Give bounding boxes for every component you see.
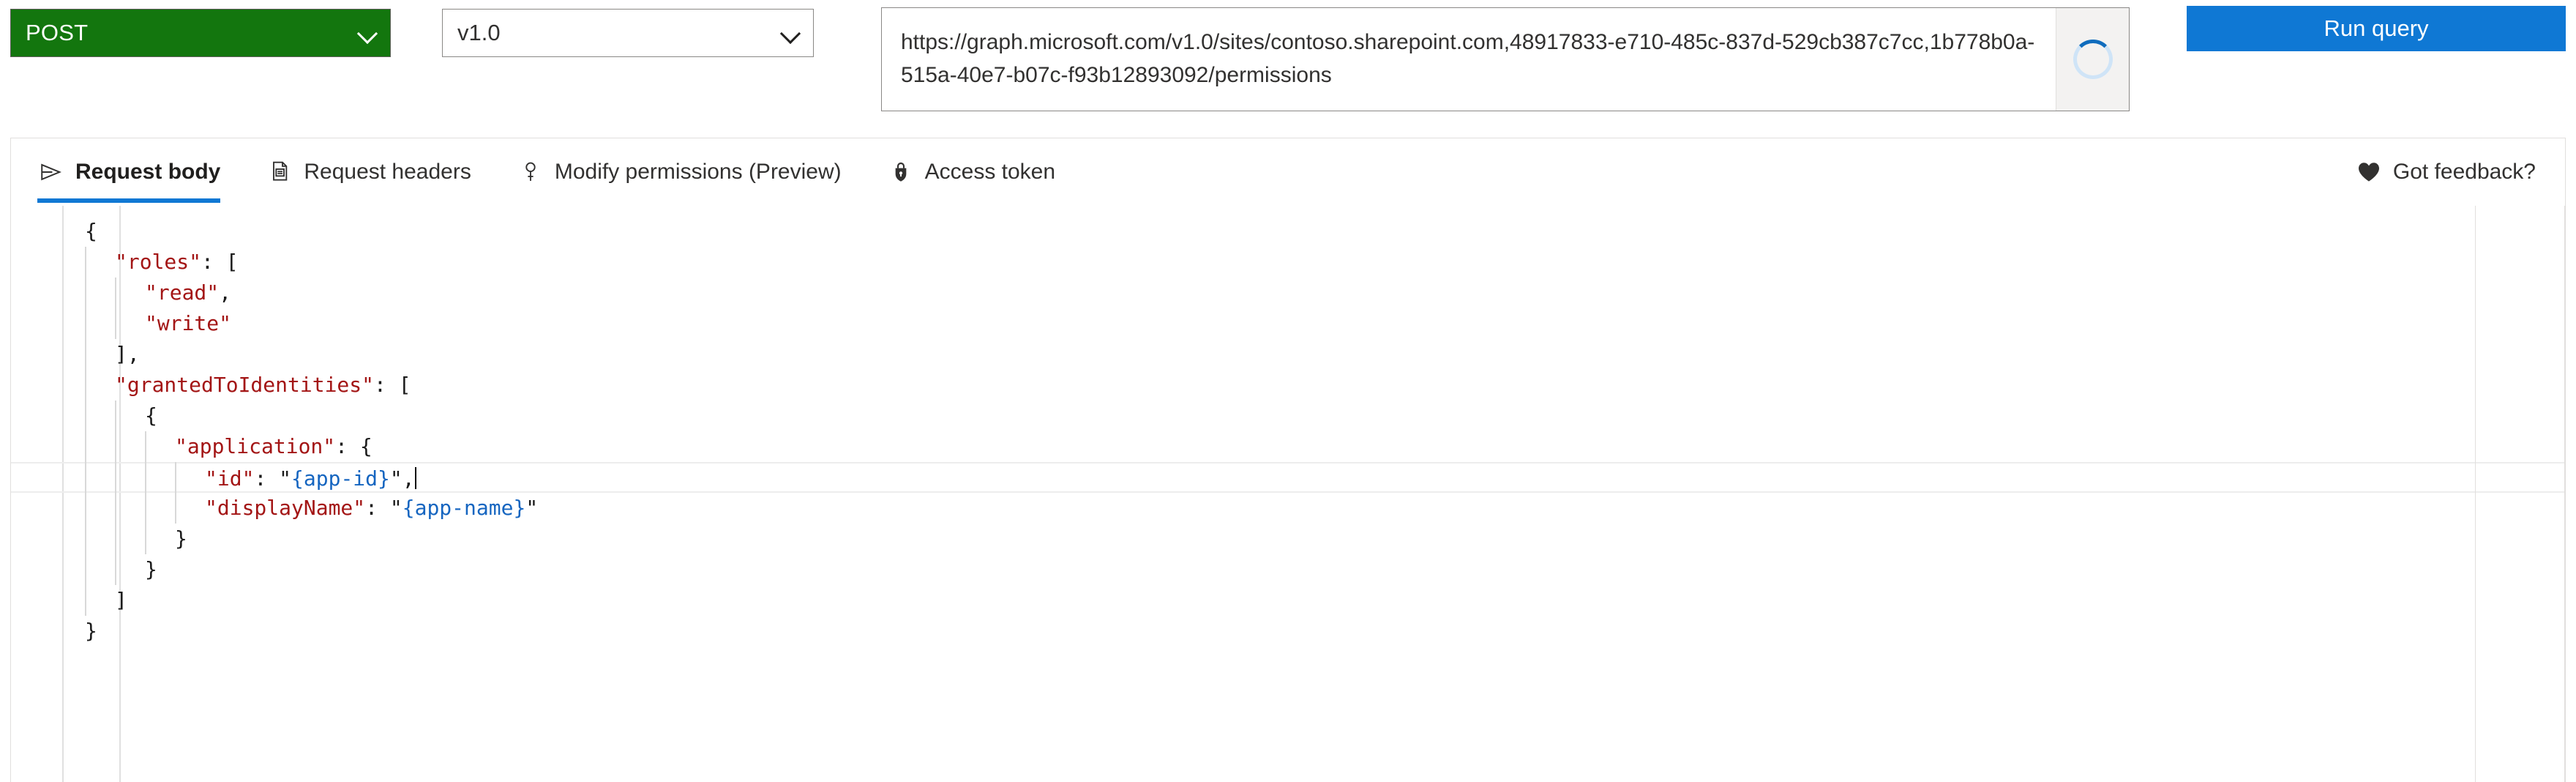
key-icon: [517, 158, 544, 186]
chevron-down-icon: [778, 21, 803, 45]
code-token: {app-name}: [402, 496, 526, 520]
feedback-label: Got feedback?: [2392, 160, 2536, 184]
code-line[interactable]: }: [11, 524, 2565, 554]
code-line[interactable]: "application": {: [11, 431, 2565, 462]
tab-access-token[interactable]: Access token: [887, 138, 1055, 206]
code-token: ": [389, 496, 402, 520]
code-line[interactable]: "write": [11, 308, 2565, 339]
code-token: : {: [335, 434, 372, 458]
tab-request-body[interactable]: Request body: [37, 138, 221, 206]
tab-label: Request body: [75, 160, 221, 184]
code-line[interactable]: "id": "{app-id}",: [11, 462, 2565, 493]
lock-shield-icon: [887, 158, 915, 186]
url-loading-cell: [2056, 8, 2129, 111]
code-line[interactable]: ]: [11, 585, 2565, 616]
indent-guide: [145, 431, 146, 554]
code-token: :: [365, 496, 390, 520]
tab-label: Access token: [924, 160, 1056, 184]
code-token: "displayName": [205, 496, 366, 520]
tab-modify-permissions[interactable]: Modify permissions (Preview): [517, 138, 842, 206]
code-token: {app-id}: [291, 466, 390, 491]
code-token: "grantedToIdentities": [115, 373, 375, 397]
send-arrow-icon: [37, 158, 65, 186]
code-token: ]: [115, 588, 127, 612]
http-method-dropdown[interactable]: POST: [10, 9, 391, 57]
code-token: : [: [201, 250, 239, 274]
code-line[interactable]: }: [11, 616, 2565, 647]
code-token: }: [145, 557, 157, 581]
api-version-dropdown[interactable]: v1.0: [442, 9, 814, 57]
code-token: ": [525, 496, 539, 520]
code-token: ",: [389, 466, 415, 491]
code-line[interactable]: "grantedToIdentities": [: [11, 370, 2565, 401]
heart-icon: [2355, 158, 2383, 186]
code-token: :: [254, 466, 280, 491]
code-line[interactable]: "read",: [11, 278, 2565, 308]
code-token: : [: [374, 373, 411, 397]
code-token: {: [85, 219, 97, 243]
http-method-value: POST: [26, 20, 89, 45]
document-list-icon: [266, 158, 293, 186]
indent-guide: [115, 278, 116, 339]
text-cursor: [414, 467, 416, 489]
code-line[interactable]: ],: [11, 339, 2565, 370]
api-version-value: v1.0: [457, 20, 501, 45]
chevron-down-icon: [355, 21, 380, 45]
code-line[interactable]: }: [11, 554, 2565, 585]
spinner-icon: [2073, 40, 2113, 79]
code-token: "application": [175, 434, 336, 458]
code-line[interactable]: {: [11, 401, 2565, 431]
code-line[interactable]: "roles": [: [11, 247, 2565, 278]
got-feedback-link[interactable]: Got feedback?: [2355, 138, 2536, 206]
run-query-button[interactable]: Run query: [2187, 6, 2566, 51]
indent-guide: [85, 247, 86, 616]
json-code-content[interactable]: {"roles": ["read", "write"], "grantedToIde…: [11, 206, 2565, 782]
code-token: }: [85, 619, 97, 643]
query-bar: POST v1.0 https://graph.microsoft.com/v1…: [0, 0, 2576, 132]
code-token: ],: [115, 342, 140, 366]
editor-inner-border: [2475, 206, 2476, 782]
tab-request-headers[interactable]: Request headers: [266, 138, 471, 206]
editor-right-border: [2564, 206, 2565, 782]
code-token: {: [145, 403, 157, 428]
indent-guide: [115, 401, 116, 585]
request-url-input[interactable]: https://graph.microsoft.com/v1.0/sites/c…: [881, 7, 2130, 111]
code-token: ,: [219, 280, 232, 305]
code-token: "read": [145, 280, 220, 305]
tab-label: Modify permissions (Preview): [554, 160, 842, 184]
request-url-value: https://graph.microsoft.com/v1.0/sites/c…: [901, 30, 2035, 87]
code-line[interactable]: "displayName": "{app-name}": [11, 493, 2565, 524]
request-body-editor[interactable]: {"roles": ["read", "write"], "grantedToIde…: [11, 206, 2565, 782]
request-panel: Request body Request headers Modify perm…: [10, 138, 2566, 782]
code-token: "roles": [115, 250, 202, 274]
request-tabs: Request body Request headers Modify perm…: [11, 138, 2565, 206]
indent-guide: [175, 462, 176, 524]
code-line[interactable]: {: [11, 216, 2565, 247]
code-token: "write": [145, 311, 232, 335]
tab-label: Request headers: [304, 160, 471, 184]
code-token: ": [279, 466, 292, 491]
code-token: "id": [205, 466, 255, 491]
code-token: }: [175, 526, 187, 551]
